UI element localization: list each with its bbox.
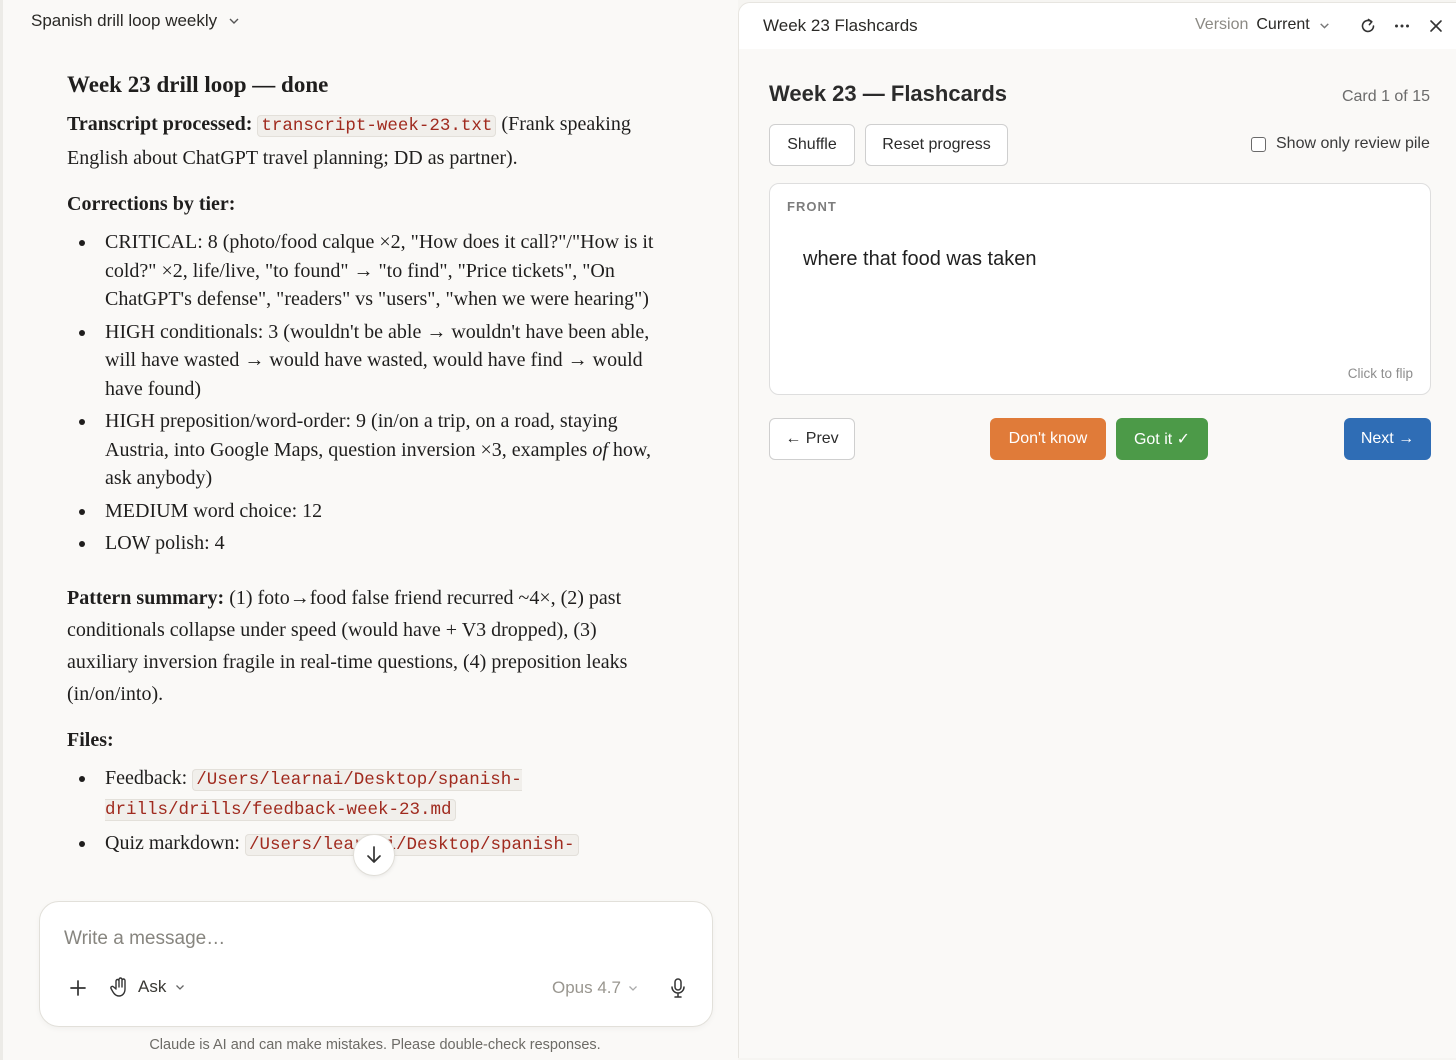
plus-icon[interactable] (68, 978, 88, 998)
transcript-file-code: transcript-week-23.txt (257, 115, 497, 137)
list-item: LOW polish: 4 (67, 529, 657, 558)
list-item: HIGH preposition/word-order: 9 (in/on a … (67, 407, 657, 493)
list-item-text: HIGH conditionals: 3 (wouldn't be able →… (105, 320, 650, 400)
artifact-topbar: Week 23 Flashcards Version Current (739, 3, 1456, 49)
list-item-text: CRITICAL: 8 (photo/food calque ×2, "How … (105, 231, 654, 310)
got-it-button[interactable]: Got it ✓ (1116, 418, 1208, 460)
artifact-title: Week 23 Flashcards (763, 16, 918, 35)
review-pile-toggle[interactable]: Show only review pile (1251, 135, 1430, 153)
flashcards-heading: Week 23 — Flashcards (769, 81, 1008, 106)
model-label: Opus 4.7 (552, 978, 621, 997)
review-pile-checkbox[interactable] (1251, 136, 1266, 152)
next-button[interactable]: Next → (1344, 418, 1431, 460)
list-item-text: HIGH preposition/word-order: 9 (in/on a … (105, 410, 618, 461)
card-counter: Card 1 of 15 (1341, 88, 1430, 105)
transcript-label: Transcript processed: (67, 113, 253, 135)
version-label: Version (1195, 16, 1249, 33)
chevron-down-icon (229, 18, 239, 24)
file-path-code[interactable]: /Users/learnai/Desktop/spanish- (244, 833, 579, 856)
list-item-text: LOW polish: 4 (105, 532, 225, 554)
chevron-down-icon (176, 985, 185, 990)
list-item: HIGH conditionals: 3 (wouldn't be able →… (67, 318, 657, 404)
pattern-label: Pattern summary: (67, 586, 225, 609)
hand-icon (110, 977, 126, 997)
reset-progress-button[interactable]: Reset progress (865, 124, 1008, 166)
artifact-pane: Week 23 Flashcards Version Current Week … (738, 2, 1456, 1058)
file-label: Feedback: (105, 766, 188, 789)
version-value: Current (1256, 16, 1310, 33)
conversation-title: Spanish drill loop weekly (31, 11, 218, 30)
chevron-down-icon (1319, 22, 1329, 29)
disclaimer-text: Claude is AI and can make mistakes. Plea… (149, 1037, 601, 1053)
shuffle-button[interactable]: Shuffle (769, 124, 855, 166)
microphone-icon[interactable] (668, 977, 688, 999)
chat-pane: Spanish drill loop weekly Week 23 drill … (0, 0, 738, 1060)
dont-know-button[interactable]: Don't know (990, 418, 1106, 460)
transcript-paragraph: Transcript processed: transcript-week-23… (67, 108, 657, 174)
chevron-down-icon (629, 986, 637, 991)
refresh-icon[interactable] (1359, 17, 1377, 35)
list-item: CRITICAL: 8 (photo/food calque ×2, "How … (67, 228, 657, 314)
prev-button[interactable]: ← Prev (769, 418, 855, 460)
message-heading: Week 23 drill loop — done (67, 72, 329, 97)
list-item-text: MEDIUM word choice: 12 (105, 499, 323, 522)
mode-select-button[interactable]: Ask (110, 976, 186, 998)
arrow-down-icon (367, 846, 381, 863)
flip-hint: Click to flip (1347, 366, 1413, 381)
list-item: MEDIUM word choice: 12 (67, 497, 657, 526)
message-input[interactable] (64, 928, 664, 950)
message-composer: Ask Opus 4.7 (39, 901, 713, 1027)
conversation-title-menu[interactable]: Spanish drill loop weekly (31, 9, 241, 33)
version-select[interactable]: Version Current (1195, 16, 1331, 34)
scroll-to-bottom-button[interactable] (353, 834, 395, 876)
corrections-label: Corrections by tier: (67, 193, 236, 215)
review-pile-label: Show only review pile (1276, 135, 1430, 152)
close-icon[interactable] (1427, 17, 1445, 35)
mode-label: Ask (138, 977, 167, 996)
card-text: where that food was taken (803, 248, 1037, 270)
list-item: Feedback: /Users/learnai/Desktop/spanish… (67, 764, 657, 825)
file-label: Quiz markdown: (105, 831, 240, 854)
assistant-message: Week 23 drill loop — done Transcript pro… (67, 68, 657, 900)
card-side-label: FRONT (787, 199, 837, 214)
model-select[interactable]: Opus 4.7 (552, 978, 639, 998)
italic-word: of (592, 438, 608, 461)
corrections-list: CRITICAL: 8 (photo/food calque ×2, "How … (67, 228, 657, 558)
pattern-paragraph: Pattern summary: (1) foto→food false fri… (67, 582, 657, 710)
more-options-icon[interactable] (1393, 17, 1411, 35)
flashcard[interactable]: FRONT where that food was taken Click to… (769, 183, 1431, 395)
files-label: Files: (67, 728, 114, 751)
